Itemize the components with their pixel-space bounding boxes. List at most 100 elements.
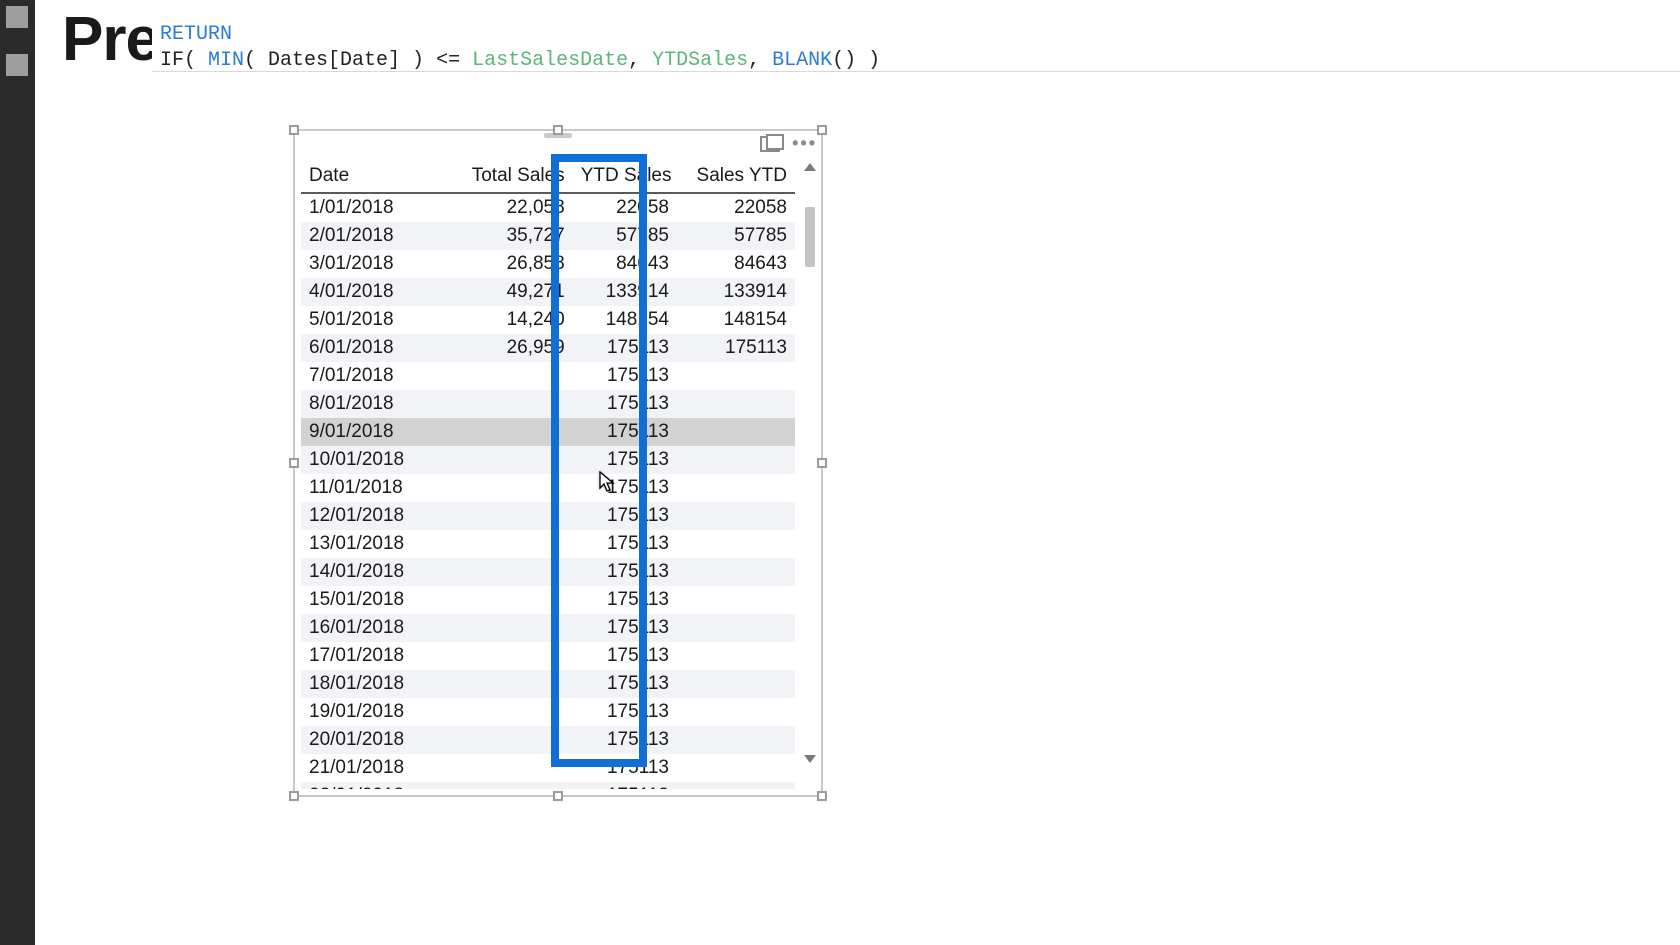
cell-date: 1/01/2018 xyxy=(301,193,449,222)
cell-sales-ytd xyxy=(677,418,795,446)
cell-total-sales xyxy=(449,586,573,614)
table-row[interactable]: 18/01/2018175113 xyxy=(301,670,795,698)
table-scroll-area[interactable]: Date Total Sales YTD Sales Sales YTD 1/0… xyxy=(301,159,815,789)
cell-date: 12/01/2018 xyxy=(301,502,449,530)
cell-date: 7/01/2018 xyxy=(301,362,449,390)
col-header-total-sales[interactable]: Total Sales xyxy=(449,159,573,193)
table-header-row: Date Total Sales YTD Sales Sales YTD xyxy=(301,159,795,193)
table-row[interactable]: 22/01/2018175113 xyxy=(301,782,795,789)
cell-sales-ytd xyxy=(677,362,795,390)
cell-total-sales xyxy=(449,698,573,726)
cell-sales-ytd xyxy=(677,530,795,558)
table-row[interactable]: 14/01/2018175113 xyxy=(301,558,795,586)
resize-grip-left[interactable] xyxy=(289,458,299,468)
cell-ytd-sales: 175113 xyxy=(573,726,677,754)
cell-total-sales xyxy=(449,726,573,754)
cell-ytd-sales: 175113 xyxy=(573,390,677,418)
resize-grip-tl[interactable] xyxy=(289,125,299,135)
cell-sales-ytd: 84643 xyxy=(677,250,795,278)
table-row[interactable]: 16/01/2018175113 xyxy=(301,614,795,642)
cell-total-sales: 22,058 xyxy=(449,193,573,222)
cell-sales-ytd: 22058 xyxy=(677,193,795,222)
more-options-icon[interactable]: ••• xyxy=(792,133,817,154)
vertical-scrollbar[interactable] xyxy=(802,161,818,765)
table-row[interactable]: 15/01/2018175113 xyxy=(301,586,795,614)
cell-total-sales xyxy=(449,782,573,789)
cell-date: 11/01/2018 xyxy=(301,474,449,502)
cell-date: 5/01/2018 xyxy=(301,306,449,334)
cell-total-sales xyxy=(449,474,573,502)
dax-fn-blank: BLANK xyxy=(772,49,832,72)
resize-grip-tr[interactable] xyxy=(817,125,827,135)
cell-ytd-sales: 175113 xyxy=(573,642,677,670)
table-row[interactable]: 21/01/2018175113 xyxy=(301,754,795,782)
cell-ytd-sales: 175113 xyxy=(573,502,677,530)
table-row[interactable]: 6/01/201826,959175113175113 xyxy=(301,334,795,362)
cell-ytd-sales: 175113 xyxy=(573,418,677,446)
resize-grip-top[interactable] xyxy=(553,125,563,135)
table-row[interactable]: 13/01/2018175113 xyxy=(301,530,795,558)
table-row[interactable]: 8/01/2018175113 xyxy=(301,390,795,418)
cell-date: 19/01/2018 xyxy=(301,698,449,726)
dax-var-ytdsales: YTDSales xyxy=(652,49,748,72)
cell-ytd-sales: 175113 xyxy=(573,754,677,782)
formula-bar[interactable]: RETURN IF( MIN( Dates[Date] ) <= LastSal… xyxy=(152,22,1680,72)
cell-ytd-sales: 175113 xyxy=(573,698,677,726)
table-row[interactable]: 17/01/2018 175113 xyxy=(301,642,795,670)
dax-fn-min: MIN xyxy=(208,49,244,72)
visual-header: ••• xyxy=(760,133,817,154)
table-visual[interactable]: ••• Date Total Sales YTD Sales Sales YTD… xyxy=(293,129,823,797)
table-row[interactable]: 20/01/2018 175113 xyxy=(301,726,795,754)
cell-ytd-sales: 175113 xyxy=(573,474,677,502)
cell-date: 17/01/2018 xyxy=(301,642,449,670)
table-row[interactable]: 10/01/2018175113 xyxy=(301,446,795,474)
view-rail xyxy=(0,0,35,945)
table-row[interactable]: 2/01/201835,7275778557785 xyxy=(301,222,795,250)
cell-sales-ytd xyxy=(677,782,795,789)
cell-total-sales xyxy=(449,502,573,530)
scroll-thumb[interactable] xyxy=(805,207,815,267)
cell-sales-ytd xyxy=(677,390,795,418)
cell-ytd-sales: 57785 xyxy=(573,222,677,250)
cell-sales-ytd: 148154 xyxy=(677,306,795,334)
cell-date: 6/01/2018 xyxy=(301,334,449,362)
scroll-up-icon[interactable] xyxy=(804,163,816,171)
table-row[interactable]: 3/01/201826,8588464384643 xyxy=(301,250,795,278)
scroll-down-icon[interactable] xyxy=(804,755,816,763)
cell-total-sales: 26,858 xyxy=(449,250,573,278)
report-canvas[interactable]: ••• Date Total Sales YTD Sales Sales YTD… xyxy=(35,74,1680,945)
col-header-ytd-sales[interactable]: YTD Sales xyxy=(573,159,677,193)
model-view-icon[interactable] xyxy=(6,54,28,76)
focus-mode-icon[interactable] xyxy=(760,136,780,152)
cell-date: 20/01/2018 xyxy=(301,726,449,754)
cell-ytd-sales: 175113 xyxy=(573,446,677,474)
cell-sales-ytd: 57785 xyxy=(677,222,795,250)
table-row[interactable]: 12/01/2018 175113 xyxy=(301,502,795,530)
resize-grip-right[interactable] xyxy=(817,458,827,468)
col-header-date[interactable]: Date xyxy=(301,159,449,193)
resize-grip-bl[interactable] xyxy=(289,791,299,801)
cell-total-sales xyxy=(449,642,573,670)
table-row[interactable]: 11/01/2018 175113 xyxy=(301,474,795,502)
table-row[interactable]: 9/01/2018175113 xyxy=(301,418,795,446)
dax-keyword-return: RETURN xyxy=(160,23,232,46)
report-view-icon[interactable] xyxy=(6,6,28,28)
cell-date: 16/01/2018 xyxy=(301,614,449,642)
cell-sales-ytd xyxy=(677,726,795,754)
cell-date: 13/01/2018 xyxy=(301,530,449,558)
cell-sales-ytd xyxy=(677,614,795,642)
cell-total-sales xyxy=(449,418,573,446)
table-row[interactable]: 4/01/201849,271133914133914 xyxy=(301,278,795,306)
cell-ytd-sales: 133914 xyxy=(573,278,677,306)
cell-ytd-sales: 84643 xyxy=(573,250,677,278)
cell-sales-ytd xyxy=(677,586,795,614)
col-header-sales-ytd[interactable]: Sales YTD xyxy=(677,159,795,193)
table-row[interactable]: 1/01/201822,0582205822058 xyxy=(301,193,795,222)
table-row[interactable]: 5/01/201814,240148154148154 xyxy=(301,306,795,334)
cell-total-sales xyxy=(449,530,573,558)
table-row[interactable]: 7/01/2018175113 xyxy=(301,362,795,390)
table-row[interactable]: 19/01/2018 175113 xyxy=(301,698,795,726)
resize-grip-br[interactable] xyxy=(817,791,827,801)
resize-grip-bottom[interactable] xyxy=(553,791,563,801)
cell-ytd-sales: 175113 xyxy=(573,586,677,614)
